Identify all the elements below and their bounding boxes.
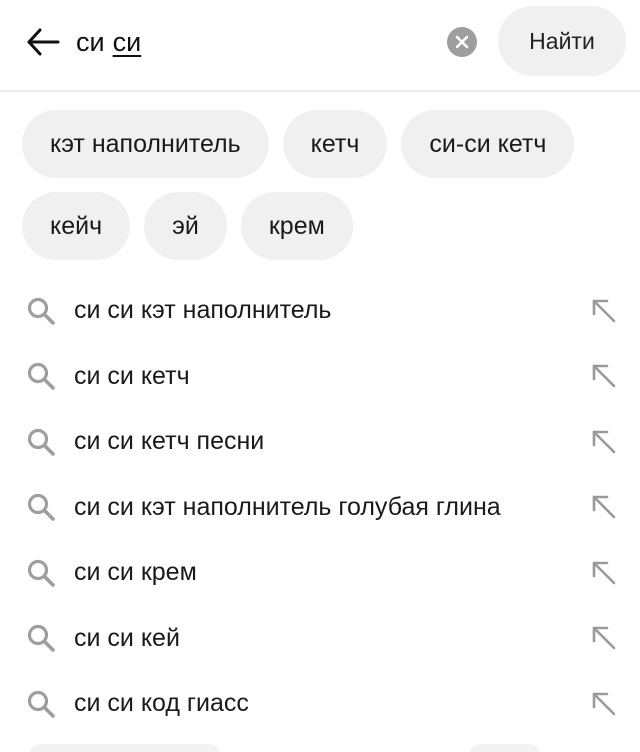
suggestion-item[interactable]: си си код гиасс: [0, 671, 640, 737]
clear-button[interactable]: [447, 27, 477, 57]
suggestion-text: си си кей: [74, 623, 180, 652]
search-icon: [27, 363, 55, 391]
suggestion-item[interactable]: си си кэт наполнитель голубая глина: [0, 475, 640, 541]
next-chip-edge: [30, 744, 220, 752]
arrow-left-icon: [27, 28, 60, 56]
next-chip-edge: [470, 744, 540, 752]
suggestion-text: си си код гиасс: [74, 689, 249, 718]
suggestion-text: си си кетч: [74, 361, 190, 390]
search-icon: [27, 428, 55, 456]
arrow-up-left-icon[interactable]: [590, 428, 618, 456]
suggest-chip[interactable]: кэт наполнитель: [22, 110, 269, 178]
arrow-up-left-icon[interactable]: [590, 297, 618, 325]
search-icon: [27, 297, 55, 325]
suggest-chip[interactable]: си-си кетч: [401, 110, 575, 178]
search-icon: [27, 559, 55, 587]
suggestion-item[interactable]: си си кэт наполнитель: [0, 278, 640, 344]
clear-x-icon: [455, 35, 469, 49]
suggest-chip[interactable]: эй: [144, 192, 227, 260]
search-icon: [27, 690, 55, 718]
suggestion-item[interactable]: си си кетч: [0, 344, 640, 410]
arrow-up-left-icon[interactable]: [590, 624, 618, 652]
suggest-chip[interactable]: крем: [240, 192, 353, 260]
back-button[interactable]: [24, 24, 62, 60]
search-input[interactable]: си си: [76, 20, 141, 64]
arrow-up-left-icon[interactable]: [590, 362, 618, 390]
query-typed-text: си: [76, 26, 105, 57]
suggestion-text: си си крем: [74, 558, 197, 587]
suggestion-item[interactable]: си си кей: [0, 606, 640, 672]
chip-list: кэт наполнитель кетч си-си кетч кейч эй …: [22, 110, 622, 260]
arrow-up-left-icon[interactable]: [590, 690, 618, 718]
suggest-chip[interactable]: кейч: [22, 192, 131, 260]
suggest-chip[interactable]: кетч: [282, 110, 388, 178]
suggestion-text: си си кэт наполнитель голубая глина: [74, 492, 501, 521]
search-icon: [27, 625, 55, 653]
suggestion-list: си си кэт наполнитель си си кетч си си к: [0, 278, 640, 737]
header-divider: [0, 90, 640, 92]
search-header: си си Найти: [0, 0, 640, 84]
suggestion-text: си си кэт наполнитель: [74, 296, 332, 325]
suggestion-item[interactable]: си си крем: [0, 540, 640, 606]
find-button[interactable]: Найти: [498, 6, 626, 76]
search-icon: [27, 494, 55, 522]
arrow-up-left-icon[interactable]: [590, 559, 618, 587]
search-suggest-page: си си Найти кэт наполнитель кетч си-си к…: [0, 0, 640, 752]
query-completion-text: си: [112, 26, 142, 57]
suggestion-text: си си кетч песни: [74, 427, 265, 456]
arrow-up-left-icon[interactable]: [590, 493, 618, 521]
suggestion-item[interactable]: си си кетч песни: [0, 409, 640, 475]
